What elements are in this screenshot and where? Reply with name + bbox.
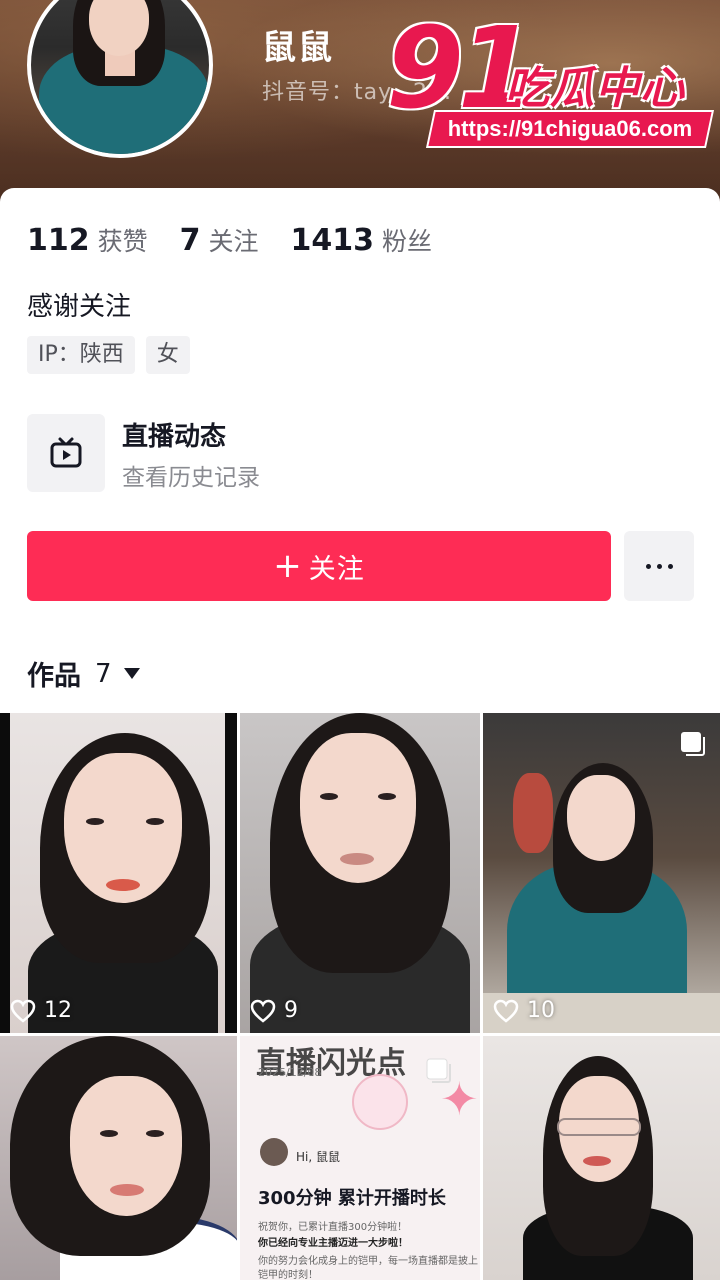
works-tab[interactable]: 作品 7 — [27, 654, 140, 693]
multi-image-icon — [681, 732, 705, 756]
like-count: 12 — [10, 998, 72, 1023]
watermark-text: 吃瓜中心 — [505, 63, 685, 114]
doc-headline: 300分钟 累计开播时长 — [258, 1188, 446, 1209]
doc-date: 2025/12/08 — [258, 1066, 322, 1079]
stat-followers[interactable]: 1413 粉丝 — [291, 222, 433, 258]
ip-tag: IP：陕西 — [27, 336, 135, 374]
doc-line: 祝贺你，已累计直播300分钟啦！ — [258, 1222, 408, 1233]
stat-number: 7 — [179, 223, 201, 258]
work-thumbnail[interactable] — [483, 1036, 720, 1280]
works-label: 作品 — [27, 661, 81, 692]
avatar — [260, 1138, 288, 1166]
stat-label: 粉丝 — [382, 227, 433, 256]
tv-icon — [27, 414, 105, 492]
live-title: 直播动态 — [122, 422, 227, 452]
stat-number: 112 — [27, 223, 90, 258]
stat-label: 关注 — [208, 227, 259, 256]
plus-icon: + — [273, 546, 303, 586]
profile-card: 112 获赞 7 关注 1413 粉丝 感谢关注 IP：陕西 女 直播动态 查看… — [0, 188, 720, 1280]
multi-image-icon — [426, 1058, 451, 1083]
user-name: 鼠鼠 — [262, 28, 334, 68]
tag-list: IP：陕西 女 — [27, 336, 201, 374]
like-count: 9 — [250, 998, 298, 1023]
watermark-url: https://91chigua06.com — [447, 116, 693, 141]
doc-greeting: Hi, 鼠鼠 — [296, 1150, 340, 1164]
like-count: 10 — [493, 998, 555, 1023]
doc-line: 你已经向专业主播迈进一大步啦！ — [258, 1238, 408, 1249]
work-thumbnail[interactable]: 10 — [483, 713, 720, 1033]
heart-icon — [250, 999, 276, 1023]
stat-following[interactable]: 7 关注 — [180, 222, 259, 258]
stat-label: 获赞 — [97, 227, 148, 256]
watermark-logo: 91 吃瓜中心 https://91chigua06.com — [370, 4, 715, 152]
more-button[interactable] — [624, 531, 694, 601]
work-thumbnail[interactable] — [0, 1036, 237, 1280]
heart-icon — [10, 999, 36, 1023]
avatar[interactable] — [27, 0, 213, 158]
live-history-entry[interactable]: 直播动态 查看历史记录 — [27, 414, 627, 492]
watermark-url-banner: https://91chigua06.com — [425, 110, 715, 148]
work-thumbnail[interactable]: 9 — [240, 713, 480, 1033]
follow-button[interactable]: + 关注 — [27, 531, 611, 601]
heart-icon — [493, 999, 519, 1023]
works-count: 7 — [95, 658, 112, 689]
doc-line: 铠甲的时刻！ — [258, 1270, 318, 1280]
live-subtitle: 查看历史记录 — [122, 465, 260, 491]
gender-tag: 女 — [145, 336, 190, 374]
more-dots-icon — [645, 563, 651, 569]
follow-label: 关注 — [308, 553, 365, 585]
caret-down-icon — [123, 668, 140, 679]
doc-line: 你的努力会化成身上的铠甲，每一场直播都是披上 — [258, 1256, 478, 1267]
stat-number: 1413 — [290, 223, 375, 258]
work-thumbnail[interactable]: 12 — [0, 713, 237, 1033]
work-thumbnail-livestats[interactable]: 直播闪光点 2025/12/08 ✦ Hi, 鼠鼠 300分钟 累计开播时长 祝… — [240, 1036, 480, 1280]
stats-row: 112 获赞 7 关注 1413 粉丝 — [27, 222, 464, 258]
bio: 感谢关注 — [27, 292, 132, 322]
stat-likes[interactable]: 112 获赞 — [27, 222, 148, 258]
